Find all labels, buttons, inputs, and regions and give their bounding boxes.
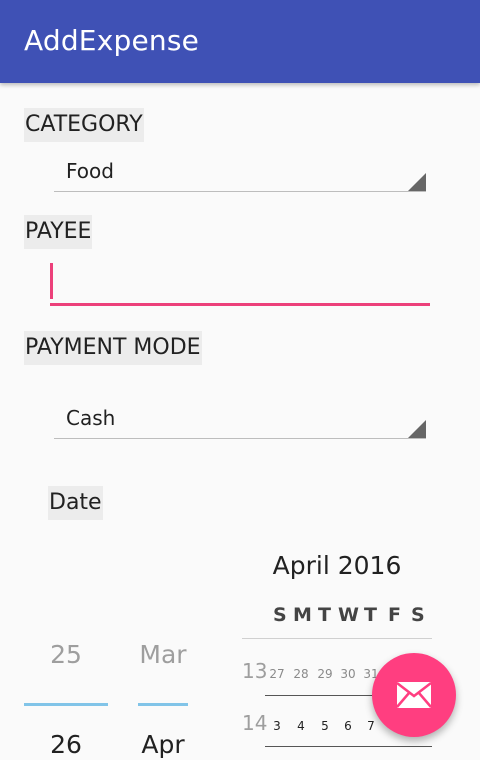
calendar-day[interactable]: 27 bbox=[266, 667, 288, 681]
payment-mode-spinner[interactable]: Cash bbox=[54, 399, 426, 439]
calendar-day[interactable]: 6 bbox=[337, 719, 359, 733]
calendar-day[interactable]: 7 bbox=[360, 719, 382, 733]
category-label: CATEGORY bbox=[24, 108, 144, 142]
day-picker-previous[interactable]: 25 bbox=[24, 640, 108, 669]
week-divider bbox=[265, 746, 432, 747]
calendar-day[interactable]: 3 bbox=[266, 719, 288, 733]
week-number: 13 bbox=[242, 659, 268, 683]
date-label: Date bbox=[48, 486, 103, 520]
weekday-label: F bbox=[388, 604, 401, 626]
weekday-label: T bbox=[364, 604, 377, 626]
weekday-label: M bbox=[293, 604, 312, 626]
weekday-label: S bbox=[273, 604, 287, 626]
spinner-arrow-icon bbox=[408, 173, 426, 191]
spinner-arrow-icon bbox=[408, 420, 426, 438]
mail-icon bbox=[396, 682, 432, 708]
month-picker-current[interactable]: Apr bbox=[136, 730, 190, 759]
week-number: 14 bbox=[242, 711, 268, 735]
app-bar: AddExpense bbox=[0, 0, 480, 83]
day-picker-divider bbox=[24, 703, 108, 706]
category-spinner[interactable]: Food bbox=[54, 152, 426, 192]
calendar-day[interactable]: 4 bbox=[290, 719, 312, 733]
calendar-header-divider bbox=[242, 638, 432, 639]
day-picker-current[interactable]: 26 bbox=[24, 730, 108, 759]
month-picker-previous[interactable]: Mar bbox=[136, 640, 190, 669]
calendar-month-title: April 2016 bbox=[272, 551, 402, 580]
calendar-day[interactable]: 30 bbox=[337, 667, 359, 681]
weekday-label: S bbox=[411, 604, 425, 626]
payee-input[interactable] bbox=[50, 258, 430, 306]
calendar-day[interactable]: 28 bbox=[290, 667, 312, 681]
app-title: AddExpense bbox=[24, 24, 200, 57]
payee-label: PAYEE bbox=[24, 215, 93, 249]
category-selected-value: Food bbox=[66, 159, 114, 183]
payment-mode-label: PAYMENT MODE bbox=[24, 331, 202, 365]
weekday-label: W bbox=[338, 604, 359, 626]
payment-mode-selected-value: Cash bbox=[66, 406, 116, 430]
calendar-day[interactable]: 29 bbox=[314, 667, 336, 681]
month-picker-divider bbox=[138, 703, 188, 706]
send-email-fab[interactable] bbox=[372, 653, 456, 737]
calendar-day[interactable]: 5 bbox=[314, 719, 336, 733]
text-cursor bbox=[50, 263, 53, 299]
weekday-label: T bbox=[318, 604, 331, 626]
